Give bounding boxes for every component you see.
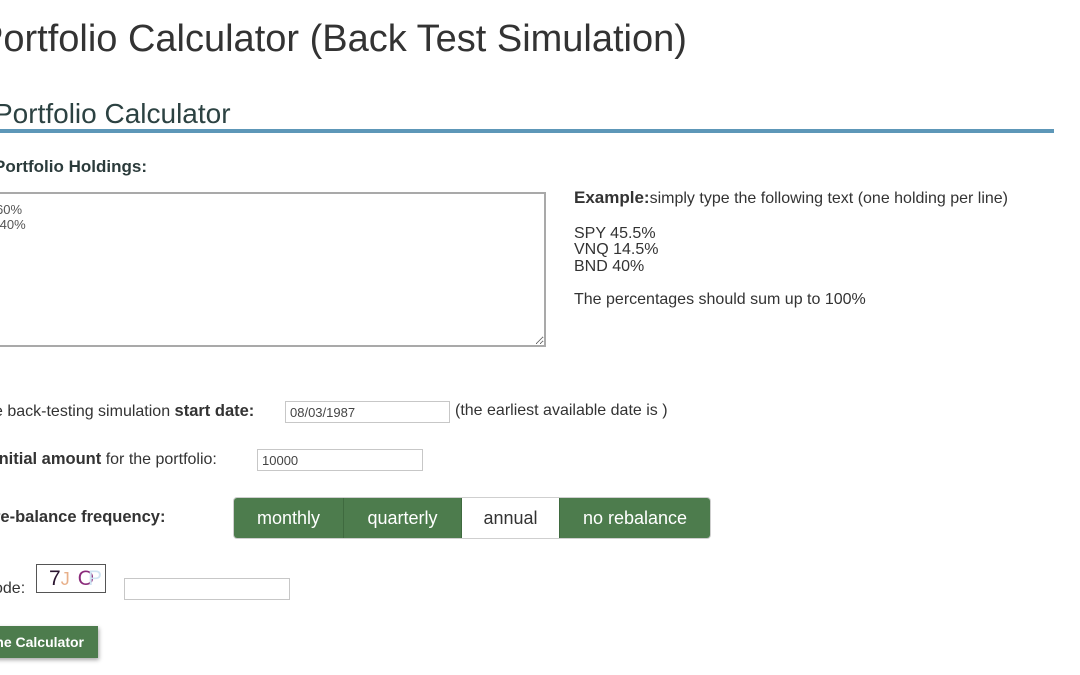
example-note: The percentages should sum up to 100%: [574, 291, 866, 308]
holdings-label: Portfolio Holdings:: [0, 157, 147, 176]
example-line: SPY 45.5%: [574, 224, 656, 242]
example-heading: Example:: [574, 188, 650, 207]
holdings-textarea[interactable]: [0, 192, 546, 347]
captcha-image: 7J OP: [36, 564, 106, 593]
page-title: Portfolio Calculator (Back Test Simulati…: [0, 18, 687, 60]
rebalance-frequency-selector: monthly quarterly annual no rebalance: [233, 497, 711, 539]
initial-amount-label-suffix: for the portfolio:: [101, 451, 217, 468]
start-date-label: e back-testing simulation start date:: [0, 402, 254, 421]
example-block: Example:simply type the following text (…: [574, 188, 1009, 309]
start-date-label-prefix: e back-testing simulation: [0, 403, 175, 420]
rebalance-label: re-balance frequency:: [0, 508, 166, 526]
example-intro: Example:simply type the following text (…: [574, 188, 1009, 208]
rebalance-option-quarterly[interactable]: quarterly: [344, 498, 462, 538]
rebalance-option-monthly[interactable]: monthly: [234, 498, 344, 538]
captcha-char: 7: [49, 567, 61, 590]
initial-amount-label-bold: initial amount: [0, 450, 102, 468]
section-title: Portfolio Calculator: [0, 98, 231, 129]
rebalance-option-no-rebalance[interactable]: no rebalance: [560, 498, 710, 538]
start-date-note: (the earliest available date is ): [455, 402, 668, 419]
start-date-label-bold: start date:: [174, 402, 255, 420]
captcha-input[interactable]: [124, 578, 290, 600]
example-line: BND 40%: [574, 257, 645, 275]
captcha-char: P: [88, 567, 103, 590]
initial-amount-label: initial amount for the portfolio:: [0, 450, 217, 469]
initial-amount-input[interactable]: [257, 449, 423, 471]
example-line: VNQ 14.5%: [574, 241, 659, 258]
run-calculator-button[interactable]: he Calculator: [0, 626, 98, 658]
captcha-char: J: [60, 569, 70, 589]
start-date-input[interactable]: [285, 401, 450, 423]
example-intro-text: simply type the following text (one hold…: [649, 190, 1009, 207]
captcha-label: ode:: [0, 580, 26, 597]
example-lines: SPY 45.5% VNQ 14.5% BND 40%: [574, 224, 1008, 276]
rebalance-option-annual[interactable]: annual: [462, 498, 560, 538]
section-divider: [0, 129, 1054, 133]
